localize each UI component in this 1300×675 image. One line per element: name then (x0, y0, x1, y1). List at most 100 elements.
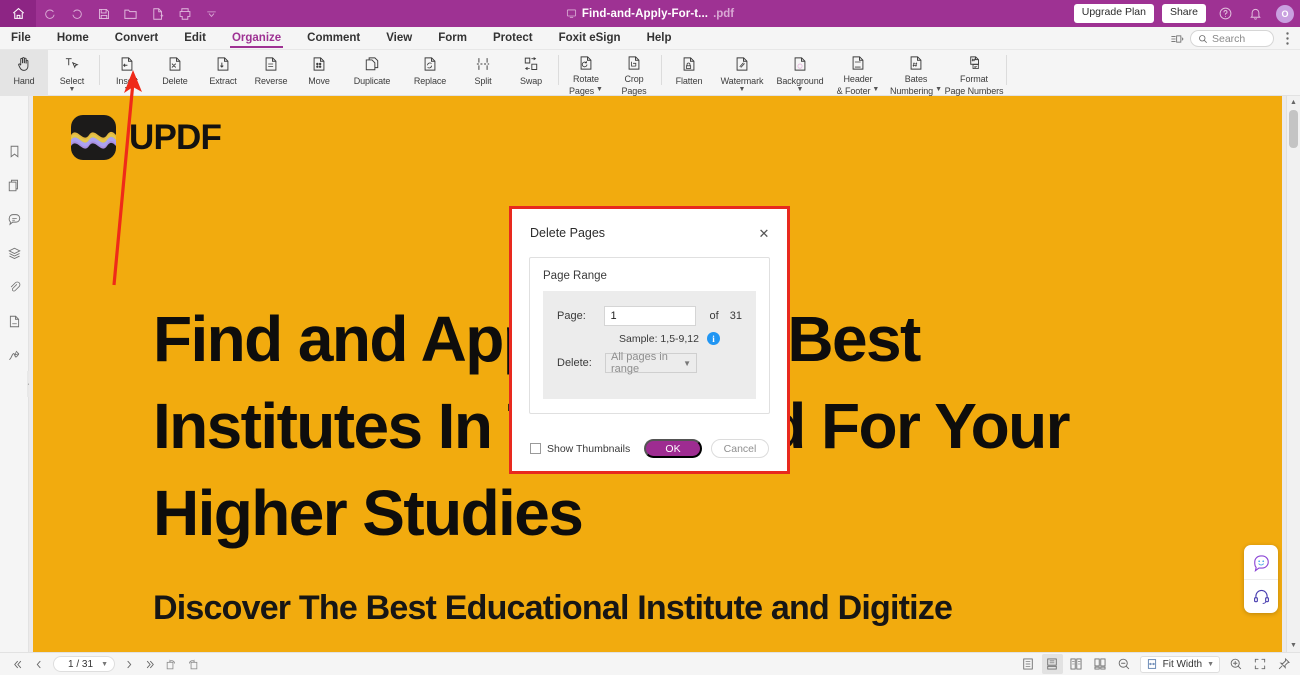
menu-item-protect[interactable]: Protect (480, 27, 546, 50)
zoom-level-select[interactable]: Fit Width ▼ (1140, 656, 1220, 673)
move-page-icon (310, 53, 328, 75)
zoom-in-icon (1229, 657, 1243, 671)
vertical-scrollbar[interactable]: ▲ ▼ (1286, 96, 1300, 652)
tool-move[interactable]: Move (295, 50, 343, 96)
tool-insert[interactable]: Insert ▼ (103, 50, 151, 96)
home-button[interactable] (0, 0, 36, 27)
next-page-button[interactable] (120, 655, 139, 674)
tool-crop-pages[interactable]: Crop Pages (610, 50, 658, 96)
rotate-view-cw-button[interactable] (162, 655, 181, 674)
sidebar-item-signatures[interactable] (0, 338, 29, 372)
sidebar-item-document[interactable] (0, 304, 29, 338)
prev-page-button[interactable] (29, 655, 48, 674)
chevron-down-icon[interactable]: ▼ (1207, 661, 1214, 668)
save-button[interactable] (90, 0, 117, 27)
rotate-view-ccw-button[interactable] (183, 655, 202, 674)
zoom-in-button[interactable] (1225, 654, 1246, 674)
menu-item-view[interactable]: View (373, 27, 425, 50)
tool-swap[interactable]: Swap (507, 50, 555, 96)
chevron-down-icon[interactable]: ▼ (683, 359, 691, 368)
sidebar-item-layers[interactable] (0, 236, 29, 270)
tool-extract[interactable]: Extract (199, 50, 247, 96)
print-button[interactable] (171, 0, 198, 27)
fullscreen-button[interactable] (1249, 654, 1270, 674)
chevron-down-icon[interactable]: ▼ (101, 661, 108, 668)
chevron-down-icon[interactable]: ▼ (935, 87, 942, 93)
tool-format-page-numbers[interactable]: Format Page Numbers (945, 50, 1003, 96)
menu-item-home[interactable]: Home (44, 27, 102, 50)
undo-button[interactable] (36, 0, 63, 27)
menu-item-file[interactable]: File (0, 27, 44, 50)
cancel-button[interactable]: Cancel (711, 439, 769, 458)
tool-split[interactable]: Split (459, 50, 507, 96)
chevron-down-icon[interactable]: ▼ (596, 87, 603, 93)
layers-icon (7, 246, 22, 261)
new-file-button[interactable] (144, 0, 171, 27)
menu-item-convert[interactable]: Convert (102, 27, 171, 50)
tool-watermark[interactable]: Watermark ▼ (713, 50, 771, 96)
fit-width-icon (1146, 658, 1158, 670)
close-icon[interactable]: ✕ (756, 227, 772, 240)
info-icon[interactable]: i (707, 332, 720, 345)
menu-item-foxit-esign[interactable]: Foxit eSign (546, 27, 634, 50)
page-range-input[interactable]: 1 (604, 306, 695, 326)
menu-item-organize[interactable]: Organize (219, 27, 294, 50)
tool-label: Background (776, 76, 823, 87)
show-thumbnails-checkbox[interactable]: Show Thumbnails (530, 443, 644, 455)
help-circle-icon[interactable] (1214, 3, 1236, 25)
chevron-down-icon[interactable]: ▼ (797, 87, 804, 93)
avatar[interactable]: O (1276, 5, 1294, 23)
tool-bates-numbering[interactable]: Bates Numbering▼ (887, 50, 945, 96)
tool-replace[interactable]: Replace (401, 50, 459, 96)
single-page-view-button[interactable] (1018, 654, 1039, 674)
sidebar-item-bookmarks[interactable] (0, 134, 29, 168)
sidebar-item-attachments[interactable] (0, 270, 29, 304)
tool-rotate-pages[interactable]: Rotate Pages▼ (562, 50, 610, 96)
upgrade-plan-button[interactable]: Upgrade Plan (1074, 4, 1154, 23)
tool-header-footer[interactable]: Header & Footer▼ (829, 50, 887, 96)
tool-reverse[interactable]: Reverse (247, 50, 295, 96)
tool-background[interactable]: Background ▼ (771, 50, 829, 96)
more-options-icon[interactable] (1278, 30, 1296, 48)
chevron-down-icon[interactable]: ▼ (69, 87, 76, 93)
support-button[interactable] (1244, 579, 1278, 613)
last-page-button[interactable] (141, 655, 160, 674)
delete-scope-select[interactable]: All pages in range ▼ (605, 353, 697, 373)
redo-button[interactable] (63, 0, 90, 27)
tool-label: Select (60, 76, 84, 87)
tool-select[interactable]: Select ▼ (48, 50, 96, 96)
zoom-out-button[interactable] (1114, 654, 1135, 674)
checkbox-box[interactable] (530, 443, 541, 454)
tool-delete[interactable]: Delete (151, 50, 199, 96)
two-page-scroll-view-button[interactable] (1090, 654, 1111, 674)
scroll-up-arrow[interactable]: ▲ (1290, 96, 1297, 109)
pin-button[interactable] (1273, 654, 1294, 674)
tool-flatten[interactable]: Flatten (665, 50, 713, 96)
chevron-down-icon[interactable]: ▼ (124, 87, 131, 93)
menu-item-help[interactable]: Help (634, 27, 685, 50)
bell-icon[interactable] (1244, 3, 1266, 25)
support-headset-icon (1252, 587, 1271, 606)
scrollbar-thumb[interactable] (1289, 110, 1298, 148)
share-button[interactable]: Share (1162, 4, 1206, 23)
tool-label: Crop (624, 74, 643, 85)
more-actions-chevron-icon[interactable] (198, 0, 225, 27)
sidebar-item-comments[interactable] (0, 202, 29, 236)
open-folder-button[interactable] (117, 0, 144, 27)
sidebar-item-page-thumbnails[interactable] (0, 168, 29, 202)
continuous-scroll-view-button[interactable] (1042, 654, 1063, 674)
chevron-down-icon[interactable]: ▼ (872, 87, 879, 93)
menu-item-form[interactable]: Form (425, 27, 480, 50)
search-input[interactable]: Search (1190, 30, 1274, 47)
toolbar-options-icon[interactable] (1168, 30, 1186, 48)
menu-item-edit[interactable]: Edit (171, 27, 219, 50)
two-page-view-button[interactable] (1066, 654, 1087, 674)
chevron-down-icon[interactable]: ▼ (739, 87, 746, 93)
page-indicator-input[interactable]: 1 / 31 ▼ (53, 656, 115, 672)
ok-button[interactable]: OK (644, 439, 702, 458)
tool-hand[interactable]: Hand (0, 50, 48, 96)
first-page-button[interactable] (8, 655, 27, 674)
menu-item-comment[interactable]: Comment (294, 27, 373, 50)
feedback-button[interactable] (1244, 545, 1278, 579)
tool-duplicate[interactable]: Duplicate (343, 50, 401, 96)
